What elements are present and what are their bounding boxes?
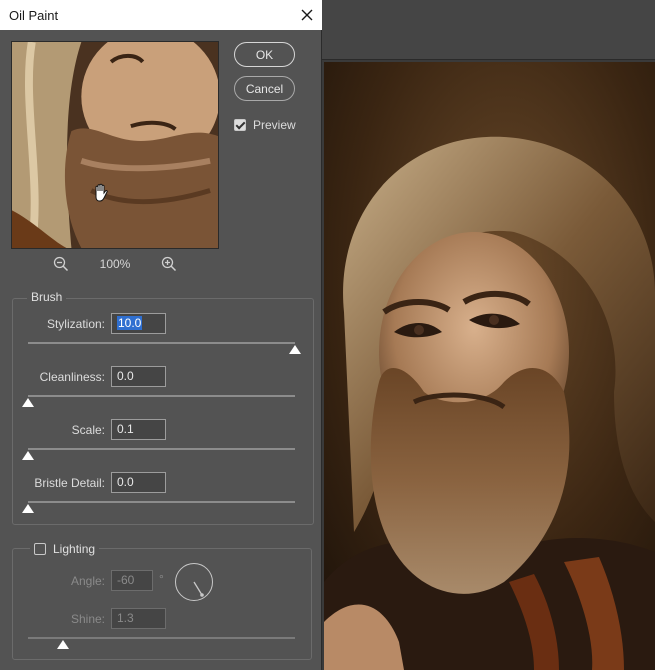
filter-preview[interactable] [11,41,219,249]
stylization-input[interactable]: 10.0 [111,313,166,334]
preview-image [12,42,218,248]
ok-button[interactable]: OK [234,42,295,67]
document-canvas [322,0,655,670]
preview-label: Preview [253,118,296,132]
cancel-button[interactable]: Cancel [234,76,295,101]
oil-paint-dialog: Oil Paint OK Cancel Preview 100% Brush S… [0,0,322,670]
close-icon [301,9,313,21]
dialog-title: Oil Paint [9,8,59,23]
shine-slider[interactable] [28,637,295,639]
preview-checkbox-row[interactable]: Preview [234,118,296,132]
hand-tool-icon [95,183,108,202]
brush-group-title: Brush [27,290,67,304]
cleanliness-label: Cleanliness: [39,370,105,384]
scale-slider-thumb[interactable] [22,451,34,460]
shine-slider-thumb[interactable] [56,640,69,649]
stylization-value: 10.0 [117,316,143,330]
lighting-label: Lighting [53,542,96,556]
angle-unit: ° [159,572,164,586]
scale-slider[interactable] [28,448,295,450]
cleanliness-slider-thumb[interactable] [22,398,34,407]
bristle-detail-slider[interactable] [28,501,295,503]
shine-label: Shine: [70,612,105,626]
shine-input[interactable]: 1.3 [111,608,166,629]
angle-dial[interactable] [175,563,213,601]
angle-input[interactable]: -60 [111,570,153,591]
oil-painted-portrait [324,62,655,670]
scale-label: Scale: [71,423,105,437]
preview-checkbox[interactable] [234,119,246,131]
scale-input[interactable]: 0.1 [111,419,166,440]
angle-dial-needle [193,581,204,597]
close-button[interactable] [292,0,322,30]
angle-label: Angle: [70,574,105,588]
zoom-in-icon[interactable] [161,256,177,272]
lighting-toggle[interactable]: Lighting [30,542,100,556]
zoom-out-icon[interactable] [53,256,69,272]
lighting-checkbox[interactable] [34,543,46,555]
stylization-slider[interactable] [28,342,295,344]
cleanliness-input[interactable]: 0.0 [111,366,166,387]
cleanliness-slider[interactable] [28,395,295,397]
bristle-detail-label: Bristle Detail: [34,476,105,490]
stylization-slider-thumb[interactable] [289,345,301,354]
stylization-label: Stylization: [46,317,105,331]
dialog-title-bar: Oil Paint [0,0,322,30]
zoom-level: 100% [99,257,131,271]
bristle-detail-slider-thumb[interactable] [22,504,34,513]
bristle-detail-input[interactable]: 0.0 [111,472,166,493]
canvas-top-bar [322,0,655,60]
